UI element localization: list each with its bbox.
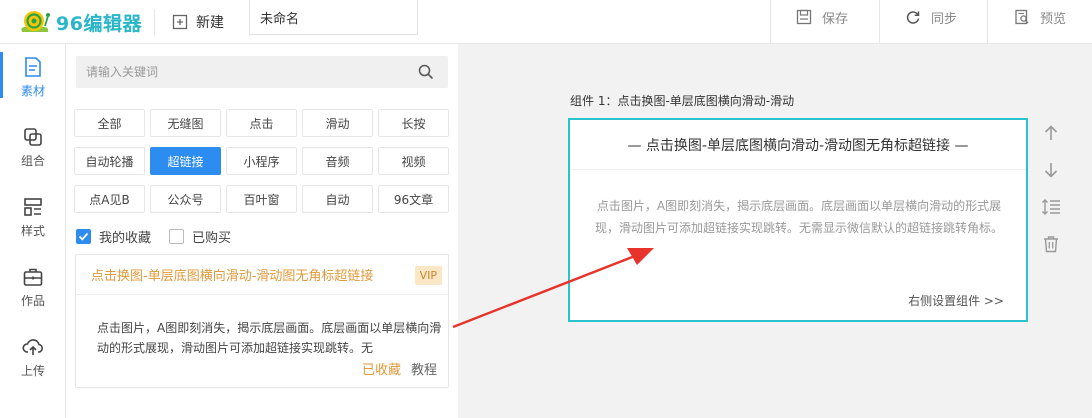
rail-item-material[interactable]: 素材 [0, 56, 66, 116]
checkbox-label: 已购买 [192, 231, 232, 246]
save-icon [796, 9, 812, 25]
left-nav-rail: 素材 组合 样式 作品 上传 [0, 44, 66, 418]
tag-auto[interactable]: 自动 [302, 185, 373, 213]
material-panel: 全部 无缝图 点击 滑动 长按 自动轮播 超链接 小程序 音频 视频 点A见B … [66, 44, 458, 418]
component-description: 点击图片，A图即刻消失，揭示底层画面。底层画面以单层横向滑动的形式展现，滑动图片… [594, 199, 1003, 235]
tag-video[interactable]: 视频 [378, 147, 449, 175]
new-doc-icon [172, 14, 188, 30]
preview-button[interactable]: 预览 [1014, 0, 1066, 34]
tag-all[interactable]: 全部 [74, 109, 145, 137]
my-favorites-checkbox[interactable]: 我的收藏 [76, 227, 151, 246]
rail-item-works[interactable]: 作品 [0, 266, 66, 326]
combine-icon [24, 128, 42, 146]
tag-audio[interactable]: 音频 [302, 147, 373, 175]
tag-mini-program[interactable]: 小程序 [226, 147, 297, 175]
preview-label: 预览 [1040, 11, 1067, 27]
tag-blinds[interactable]: 百叶窗 [226, 185, 297, 213]
new-button-label: 新建 [196, 15, 224, 31]
tag-click-a-see-b[interactable]: 点A见B [74, 185, 145, 213]
rail-item-upload[interactable]: 上传 [0, 336, 66, 396]
card-title: 点击换图-单层底图横向滑动-滑动图无角标超链接 VIP [76, 255, 448, 295]
checkbox-checked-icon [76, 229, 91, 244]
tutorial-link[interactable]: 教程 [411, 359, 437, 378]
rail-item-label: 样式 [20, 224, 45, 238]
top-bar: 96编辑器 新建 保存 同步 预览 [0, 0, 1092, 44]
component-title: — 点击换图-单层底图横向滑动-滑动图无角标超链接 — [570, 120, 1026, 170]
search-box [76, 56, 448, 88]
card-title-text: 点击换图-单层底图横向滑动-滑动图无角标超链接 [91, 269, 374, 284]
sync-button[interactable]: 同步 [905, 0, 957, 34]
save-label: 保存 [822, 11, 849, 27]
tag-filter-grid: 全部 无缝图 点击 滑动 长按 自动轮播 超链接 小程序 音频 视频 点A见B … [74, 109, 450, 213]
style-icon [24, 198, 42, 216]
filter-checkboxes: 我的收藏 已购买 [76, 227, 249, 246]
purchased-checkbox[interactable]: 已购买 [169, 227, 231, 246]
favorited-button[interactable]: 已收藏 [362, 359, 401, 378]
save-button[interactable]: 保存 [796, 0, 848, 34]
rail-item-label: 上传 [20, 364, 45, 378]
tag-autoplay[interactable]: 自动轮播 [74, 147, 145, 175]
tag-long-press[interactable]: 长按 [378, 109, 449, 137]
card-actions: 已收藏 教程 [362, 359, 437, 378]
search-input[interactable] [76, 56, 396, 88]
divider [154, 9, 155, 35]
component-preview[interactable]: — 点击换图-单层底图横向滑动-滑动图无角标超链接 — 点击图片，A图即刻消失，… [568, 118, 1028, 322]
tag-seamless[interactable]: 无缝图 [150, 109, 221, 137]
material-card[interactable]: 点击换图-单层底图横向滑动-滑动图无角标超链接 VIP 点击图片，A图即刻消失，… [75, 254, 449, 388]
component-label: 组件 1：点击换图-单层底图横向滑动-滑动 [570, 94, 795, 108]
delete-icon[interactable] [1040, 233, 1062, 255]
divider [879, 0, 880, 44]
line-spacing-icon[interactable] [1040, 196, 1062, 218]
sync-label: 同步 [931, 11, 958, 27]
tag-hyperlink[interactable]: 超链接 [150, 147, 221, 175]
logo[interactable]: 96编辑器 [18, 6, 142, 38]
move-down-icon[interactable] [1040, 159, 1062, 181]
card-description: 点击图片，A图即刻消失，揭示底层画面。底层画面以单层横向滑动的形式展现，滑动图片… [97, 321, 442, 355]
sync-icon [906, 11, 920, 24]
checkbox-unchecked-icon [169, 229, 185, 244]
vip-badge: VIP [414, 266, 442, 285]
divider [770, 0, 771, 44]
settings-link[interactable]: 右侧设置组件 >> [908, 292, 1004, 309]
works-icon [23, 268, 43, 286]
tag-click[interactable]: 点击 [226, 109, 297, 137]
logo-text: 96编辑器 [56, 12, 142, 35]
rail-item-label: 作品 [20, 294, 45, 308]
tag-96-article[interactable]: 96文章 [378, 185, 449, 213]
upload-icon [22, 339, 43, 355]
move-up-icon[interactable] [1040, 122, 1062, 144]
snail-logo-icon [18, 8, 52, 36]
checkbox-label: 我的收藏 [99, 231, 152, 246]
rail-item-label: 组合 [20, 154, 45, 168]
tag-slide[interactable]: 滑动 [302, 109, 373, 137]
material-icon [25, 57, 41, 77]
search-icon[interactable] [418, 64, 434, 84]
divider [987, 0, 988, 44]
rail-item-combine[interactable]: 组合 [0, 126, 66, 186]
rail-item-label: 素材 [20, 84, 45, 98]
tag-official-account[interactable]: 公众号 [150, 185, 221, 213]
preview-icon [1015, 9, 1029, 25]
new-button[interactable]: 新建 [172, 0, 224, 44]
rail-item-style[interactable]: 样式 [0, 196, 66, 256]
document-title-input[interactable] [249, 0, 418, 35]
